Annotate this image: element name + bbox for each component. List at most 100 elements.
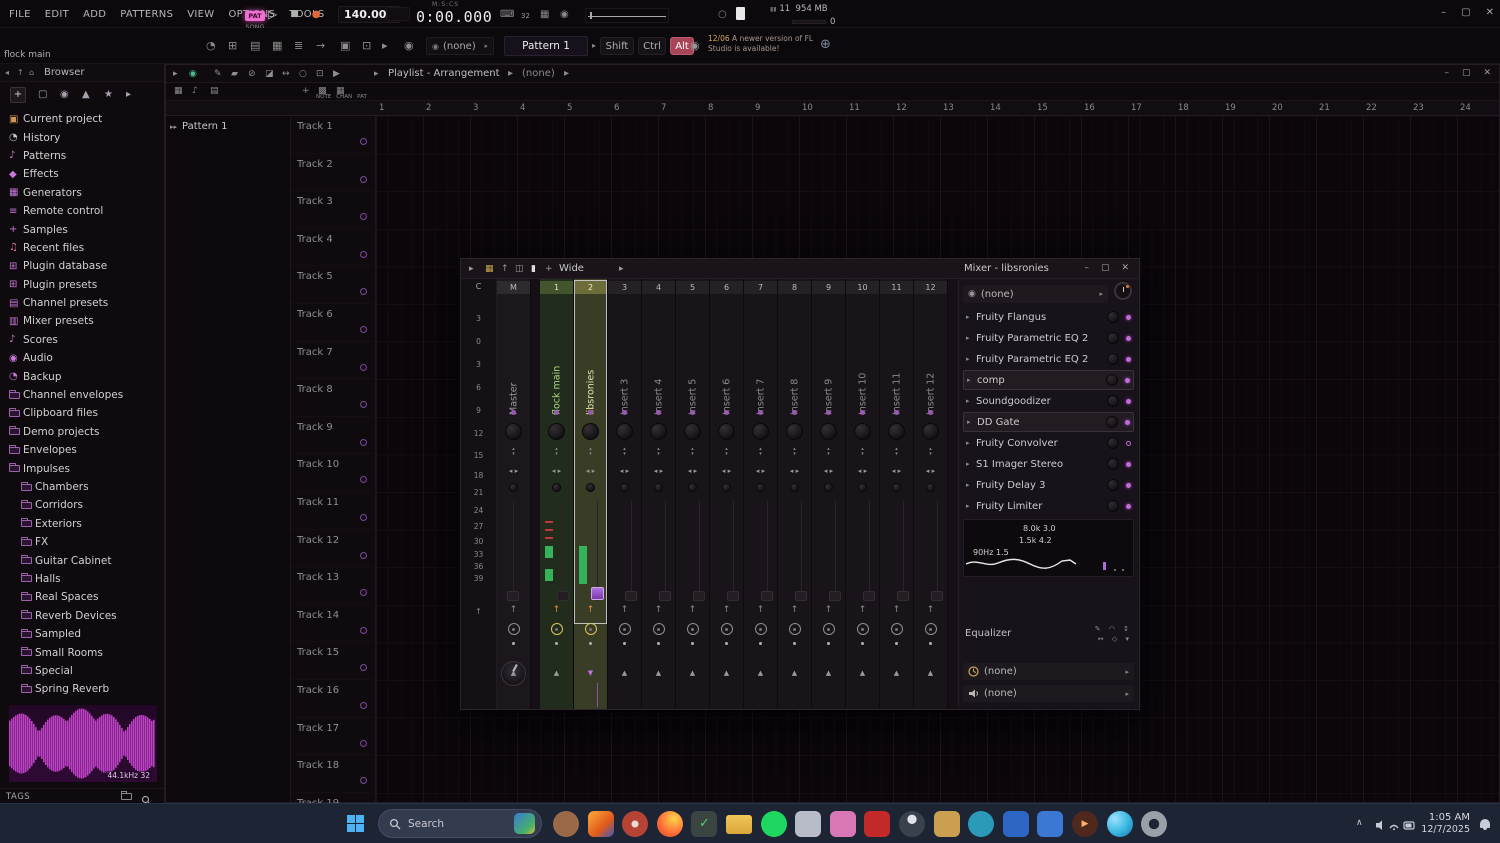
route-ring[interactable] xyxy=(788,623,801,635)
pan-arrows-icon[interactable]: ◂ ▸ xyxy=(710,467,743,475)
track-mute-light[interactable] xyxy=(360,476,367,484)
track-header-15[interactable]: Track 15 xyxy=(291,642,376,680)
pan-arrows-icon[interactable]: ◂ ▸ xyxy=(497,467,530,475)
menu-arrow-icon[interactable]: ▸ xyxy=(173,69,178,79)
browser-item-audio[interactable]: Audio xyxy=(0,349,164,367)
filter-note-label[interactable]: NOTE xyxy=(316,94,331,100)
browser-item-channel-envelopes[interactable]: Channel envelopes xyxy=(0,386,164,404)
mixer-channel-insert-3[interactable]: 3 Insert 3 ▴ ▾ ◂ ▸ ↑ ▲ xyxy=(608,279,642,709)
track-mute-light[interactable] xyxy=(360,777,367,785)
maximize-button[interactable]: ▢ xyxy=(1462,68,1471,78)
mixer-channel-insert-9[interactable]: 9 Insert 9 ▴ ▾ ◂ ▸ ↑ ▲ xyxy=(812,279,846,709)
route-arrow-icon[interactable]: ▲ xyxy=(880,669,913,677)
home-icon[interactable]: ⌂ xyxy=(29,68,34,77)
sep-arrows-icon[interactable]: ▴ ▾ xyxy=(574,447,607,457)
mixer-updown-icon[interactable]: ↑ xyxy=(501,264,509,274)
arm-icon[interactable]: ↑ xyxy=(880,605,913,615)
track-header-9[interactable]: Track 9 xyxy=(291,417,376,455)
taskbar-checker-app[interactable] xyxy=(691,811,718,837)
track-header-2[interactable]: Track 2 xyxy=(291,154,376,192)
browser-item-corridors[interactable]: Corridors xyxy=(0,496,164,514)
mixer-dock-icon[interactable]: ◫ xyxy=(515,264,524,274)
pan-arrows-icon[interactable]: ◂ ▸ xyxy=(574,467,607,475)
mixer-snap-icon[interactable]: ▦ xyxy=(485,264,494,274)
menu-edit[interactable]: EDIT xyxy=(38,9,76,20)
delete-tool-icon[interactable]: ⊘ xyxy=(248,69,256,79)
stereo-sep-knob[interactable] xyxy=(854,423,871,440)
browser-item-samples[interactable]: Samples xyxy=(0,220,164,238)
pan-knob[interactable] xyxy=(926,483,935,492)
track-header-7[interactable]: Track 7 xyxy=(291,342,376,380)
browser-item-reverb-devices[interactable]: Reverb Devices xyxy=(0,607,164,625)
channel-link-dot[interactable] xyxy=(622,410,627,415)
route-arrow-icon[interactable]: ▲ xyxy=(676,669,709,677)
fx-enable-switch[interactable] xyxy=(1126,356,1131,362)
cloud-content-icon[interactable]: ▲ xyxy=(82,89,90,100)
stereo-sep-knob[interactable] xyxy=(718,423,735,440)
track-mute-light[interactable] xyxy=(360,326,367,333)
pan-arrows-icon[interactable]: ◂ ▸ xyxy=(676,467,709,475)
fx-enable-switch[interactable] xyxy=(1126,482,1131,488)
file-view-icon[interactable]: ▢ xyxy=(38,89,47,100)
route-arrow-icon[interactable]: ▲ xyxy=(642,669,675,677)
channel-link-dot[interactable] xyxy=(554,410,559,415)
pan-knob[interactable] xyxy=(586,483,595,492)
browser-item-remote-control[interactable]: Remote control xyxy=(0,202,164,220)
volume-fader[interactable] xyxy=(761,591,773,601)
track-mute-light[interactable] xyxy=(360,213,367,221)
fader-track[interactable] xyxy=(597,501,598,601)
pan-knob[interactable] xyxy=(654,483,663,492)
volume-fader[interactable] xyxy=(829,591,841,601)
track-header-3[interactable]: Track 3 xyxy=(291,191,376,229)
fader-track[interactable] xyxy=(513,501,514,601)
arm-icon[interactable]: ↑ xyxy=(778,605,811,615)
stereo-sep-knob[interactable] xyxy=(505,423,522,440)
volume-fader[interactable] xyxy=(557,591,569,601)
equalizer-controls[interactable]: ✎ ◠ ↕ ↔ ◇ ▾ xyxy=(1095,624,1132,644)
chevron-right-icon[interactable]: ▸ xyxy=(592,41,596,50)
sep-arrows-icon[interactable]: ▴ ▾ xyxy=(497,447,530,457)
taskbar-settings[interactable] xyxy=(1141,811,1168,837)
notification-bell-icon[interactable] xyxy=(1480,819,1490,830)
fx-slot-4-comp[interactable]: ▸ comp xyxy=(963,370,1134,390)
mixer-menu-icon[interactable]: ▸ xyxy=(469,264,474,274)
sep-arrows-icon[interactable]: ▴ ▾ xyxy=(540,447,573,457)
track-mute-light[interactable] xyxy=(360,175,367,183)
typing-keyboard-icon[interactable]: ⌨ xyxy=(500,9,514,20)
minimize-button[interactable]: – xyxy=(1441,7,1446,18)
mixer-channel-master[interactable]: M Master ▴ ▾ ◂ ▸ ↑ ▲ xyxy=(497,279,531,709)
fx-enable-switch[interactable] xyxy=(1126,398,1131,404)
paint-tool-icon[interactable]: ▰ xyxy=(231,69,238,79)
fx-enable-switch[interactable] xyxy=(1125,377,1130,383)
pan-arrows-icon[interactable]: ◂ ▸ xyxy=(778,467,811,475)
pan-knob[interactable] xyxy=(722,483,731,492)
taskbar-media-player[interactable] xyxy=(1072,811,1098,837)
pan-knob[interactable] xyxy=(620,483,629,492)
browser-item-backup[interactable]: Backup xyxy=(0,367,164,385)
fader-track[interactable] xyxy=(767,501,768,601)
volume-fader[interactable] xyxy=(693,591,705,601)
route-ring[interactable] xyxy=(822,623,835,635)
online-status-icon[interactable]: ○ xyxy=(718,9,727,20)
pan-arrows-icon[interactable]: ◂ ▸ xyxy=(608,467,641,475)
track-mute-light[interactable] xyxy=(360,250,367,258)
up-icon[interactable]: ↑ xyxy=(17,68,24,77)
route-arrow-icon[interactable]: ▲ xyxy=(914,669,947,677)
browser-item-exteriors[interactable]: Exteriors xyxy=(0,515,164,533)
stereo-sep-knob[interactable] xyxy=(922,423,939,440)
fader-track[interactable] xyxy=(903,501,904,601)
pan-arrows-icon[interactable]: ◂ ▸ xyxy=(914,467,947,475)
track-mute-light[interactable] xyxy=(360,702,367,709)
volume-fader[interactable] xyxy=(591,587,604,600)
fader-track[interactable] xyxy=(563,501,564,601)
pan-arrows-icon[interactable]: ◂ ▸ xyxy=(642,467,675,475)
browser-item-clipboard-files[interactable]: Clipboard files xyxy=(0,404,164,422)
tray-chevron-icon[interactable]: ∧ xyxy=(1356,818,1363,828)
pan-knob[interactable] xyxy=(858,483,867,492)
channel-link-dot[interactable] xyxy=(690,410,695,415)
fx-slot-10-fruity-limiter[interactable]: ▸ Fruity Limiter xyxy=(963,496,1134,516)
record-button[interactable]: ● xyxy=(312,9,321,20)
minimize-button[interactable]: – xyxy=(1444,68,1449,78)
pattern-number-display[interactable] xyxy=(386,7,410,21)
channel-link-dot[interactable] xyxy=(656,410,661,415)
